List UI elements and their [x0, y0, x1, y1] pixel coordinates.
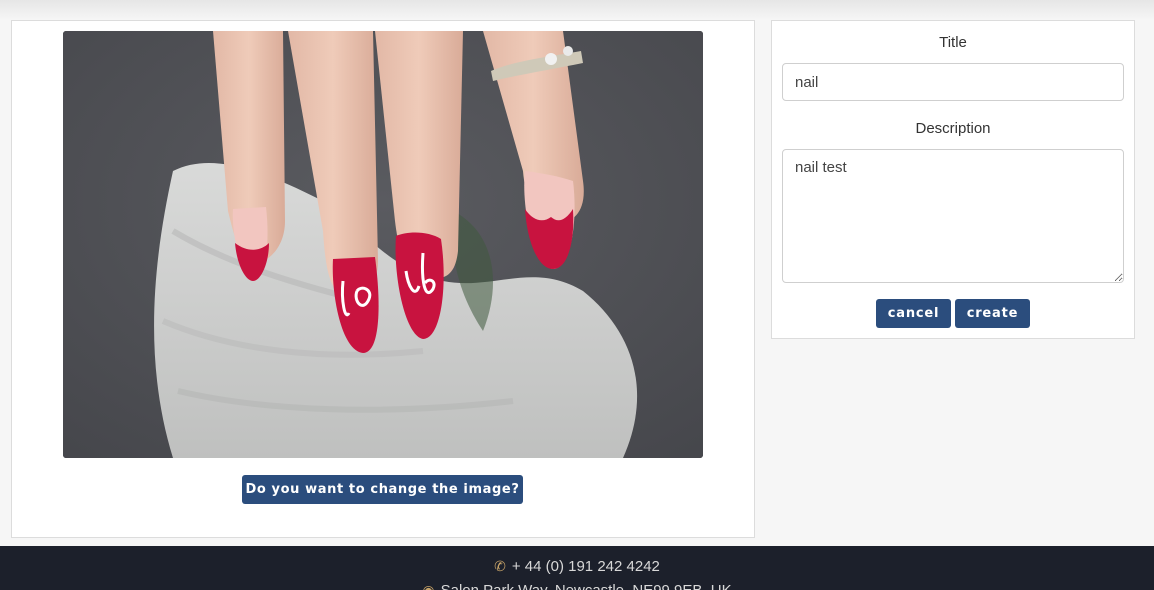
phone-icon: ✆	[494, 558, 506, 574]
cancel-button[interactable]: cancel	[876, 299, 951, 328]
description-label: Description	[915, 120, 991, 137]
create-button[interactable]: create	[955, 299, 1030, 328]
nail-photo-illustration	[63, 31, 703, 458]
nail-photo	[63, 31, 703, 458]
change-image-button[interactable]: Do you want to change the image?	[242, 475, 523, 504]
map-pin-icon: ◉	[422, 582, 435, 590]
title-input[interactable]	[782, 63, 1124, 101]
title-label: Title	[939, 34, 967, 51]
footer-address: Salon Park Way, Newcastle, NE99 9EB, UK	[441, 582, 732, 590]
footer-phone-line: ✆ + 44 (0) 191 242 4242	[0, 558, 1154, 575]
create-form-panel: Title Description nail test cancel creat…	[771, 20, 1135, 339]
site-footer: ✆ + 44 (0) 191 242 4242 ◉ Salon Park Way, …	[0, 546, 1154, 590]
footer-phone: + 44 (0) 191 242 4242	[511, 558, 660, 575]
description-textarea[interactable]: nail test	[782, 149, 1124, 283]
top-shade	[0, 0, 1154, 20]
footer-address-line: ◉ Salon Park Way, Newcastle, NE99 9EB, UK	[0, 582, 1154, 590]
image-panel: Do you want to change the image?	[11, 20, 755, 538]
